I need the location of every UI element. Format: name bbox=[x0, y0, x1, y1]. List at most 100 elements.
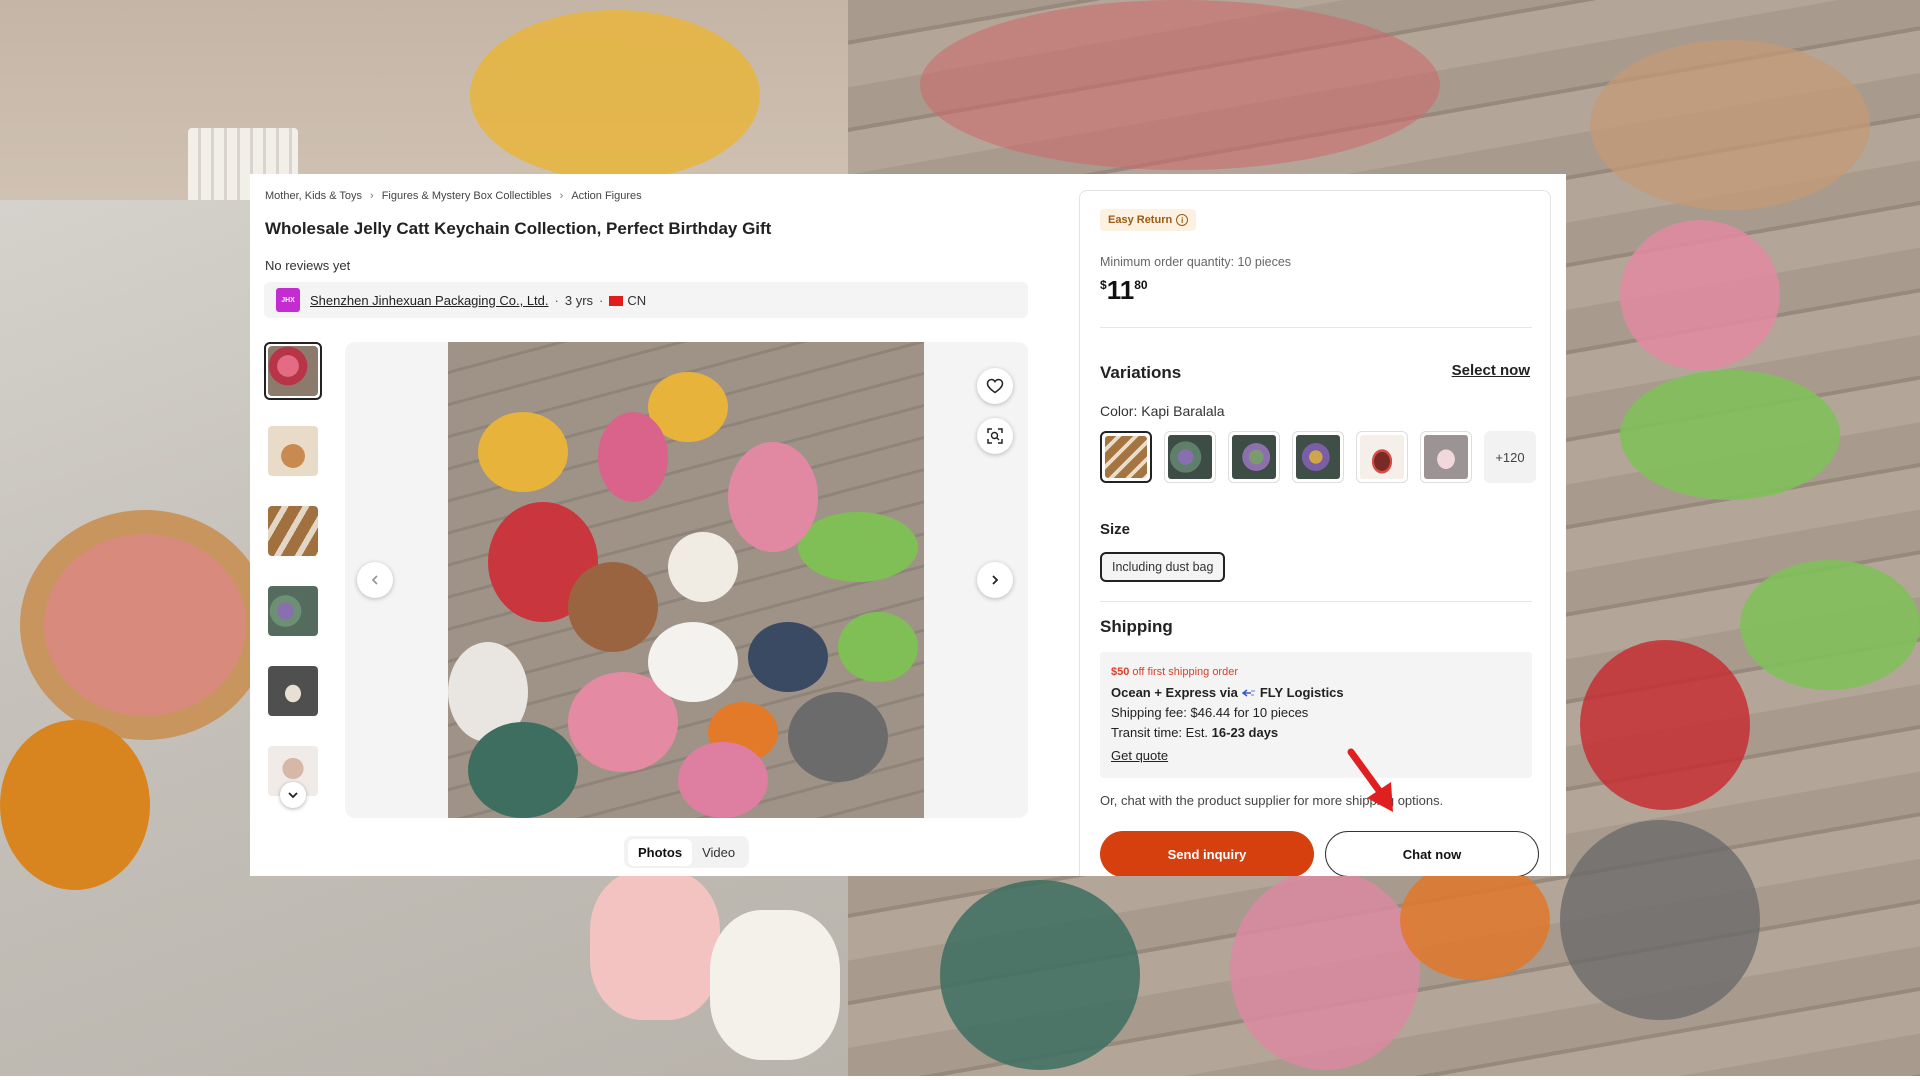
plush-sushi-toy bbox=[1400, 860, 1550, 980]
main-image-viewer bbox=[345, 342, 1028, 818]
supplier-country: CN bbox=[627, 292, 647, 308]
plush-pile-right bbox=[920, 0, 1440, 170]
shipping-method-carrier: FLY Logistics bbox=[1259, 685, 1344, 700]
separator-dot: · bbox=[599, 292, 604, 308]
main-product-image[interactable] bbox=[448, 342, 924, 818]
color-label: Color: Kapi Baralala bbox=[1100, 403, 1225, 419]
visual-search-icon bbox=[987, 428, 1003, 444]
size-title: Size bbox=[1100, 521, 1131, 538]
color-swatch-2[interactable] bbox=[1164, 431, 1216, 483]
plush-lime-toy bbox=[1620, 370, 1840, 500]
breadcrumb-item-subcategory[interactable]: Figures & Mystery Box Collectibles bbox=[382, 190, 552, 202]
plush-bear-toy bbox=[568, 562, 658, 652]
breadcrumb-item-category[interactable]: Mother, Kids & Toys bbox=[265, 190, 362, 202]
chat-now-button[interactable]: Chat now bbox=[1325, 831, 1539, 876]
plush-hedgehog-toy bbox=[1560, 820, 1760, 1020]
shipping-promo-text: off first shipping order bbox=[1132, 666, 1238, 678]
separator-dot: · bbox=[554, 292, 559, 308]
shipping-fee: Shipping fee: $46.44 for 10 pieces bbox=[1111, 705, 1309, 720]
plush-green-toy bbox=[940, 880, 1140, 1070]
chevron-left-icon bbox=[371, 575, 378, 585]
chevron-down-icon bbox=[288, 792, 298, 799]
plush-hedgehog-toy bbox=[788, 692, 888, 782]
image-search-button[interactable] bbox=[977, 418, 1013, 454]
breadcrumb-item-leaf[interactable]: Action Figures bbox=[571, 190, 641, 202]
breadcrumb: Mother, Kids & Toys › Figures & Mystery … bbox=[265, 190, 642, 202]
plush-marshmallow-toy bbox=[590, 870, 720, 1020]
plush-navy-toy bbox=[748, 622, 828, 692]
color-swatch-1[interactable] bbox=[1100, 431, 1152, 483]
product-title: Wholesale Jelly Catt Keychain Collection… bbox=[265, 219, 772, 238]
plush-mixed-toy bbox=[1590, 40, 1870, 210]
info-icon: i bbox=[1176, 214, 1189, 226]
favorite-button[interactable] bbox=[977, 368, 1013, 404]
plush-pink-bunny-toy bbox=[1230, 870, 1420, 1070]
media-tabs: Photos Video bbox=[624, 836, 750, 868]
heart-icon bbox=[986, 378, 1004, 394]
tab-photos[interactable]: Photos bbox=[628, 838, 693, 866]
plush-sheep-toy bbox=[648, 622, 738, 702]
color-swatches: +120 bbox=[1100, 431, 1536, 483]
shipping-promo-amount: $50 bbox=[1111, 666, 1130, 678]
plush-pink-toy bbox=[1620, 220, 1780, 370]
price-currency: $ bbox=[1100, 278, 1107, 292]
plush-cream-toy bbox=[668, 532, 738, 602]
price-whole: 11 bbox=[1106, 275, 1135, 305]
easy-return-badge[interactable]: Easy Return i bbox=[1100, 209, 1197, 231]
supplier-name-link[interactable]: Shenzhen Jinhexuan Packaging Co., Ltd. bbox=[310, 293, 549, 308]
plush-marshmallow-toy-2 bbox=[710, 910, 840, 1060]
chevron-right-icon: › bbox=[370, 190, 374, 202]
shipping-promo: $50 off first shipping order bbox=[1111, 666, 1238, 678]
color-swatch-3[interactable] bbox=[1228, 431, 1280, 483]
get-quote-link[interactable]: Get quote bbox=[1111, 748, 1168, 763]
easy-return-label: Easy Return bbox=[1108, 214, 1173, 226]
thumbnail-5[interactable] bbox=[264, 662, 322, 720]
transit-time-label: Transit time: Est. bbox=[1111, 725, 1209, 740]
color-label-text: Color: bbox=[1100, 403, 1138, 419]
plush-sun-toy bbox=[478, 412, 568, 492]
transit-time: Transit time: Est. 16-23 days bbox=[1111, 725, 1278, 740]
supplier-logo[interactable]: JHX bbox=[276, 288, 300, 312]
send-inquiry-button[interactable]: Send inquiry bbox=[1100, 831, 1314, 876]
chevron-right-icon bbox=[992, 575, 999, 585]
transit-time-value: 16-23 days bbox=[1211, 725, 1279, 740]
select-now-link[interactable]: Select now bbox=[1452, 362, 1530, 379]
size-option-dust-bag[interactable]: Including dust bag bbox=[1100, 552, 1226, 582]
plush-pink-toy bbox=[598, 412, 668, 502]
color-swatch-6[interactable] bbox=[1420, 431, 1472, 483]
plush-red-toy bbox=[1580, 640, 1750, 810]
thumbnail-1[interactable] bbox=[264, 342, 322, 400]
supplier-bar: JHX Shenzhen Jinhexuan Packaging Co., Lt… bbox=[264, 282, 1028, 318]
plush-lime-toy-2 bbox=[838, 612, 918, 682]
plush-donut-toy bbox=[20, 510, 270, 740]
plush-pink-toy-3 bbox=[678, 742, 768, 818]
thumbnail-2[interactable] bbox=[264, 422, 322, 480]
bottom-strip bbox=[0, 1076, 1920, 1080]
thumbnail-strip bbox=[264, 342, 326, 804]
plush-lime-toy-2 bbox=[1740, 560, 1920, 690]
color-swatch-4[interactable] bbox=[1292, 431, 1344, 483]
chevron-right-icon: › bbox=[559, 190, 564, 202]
shipping-info-box: $50 off first shipping order Ocean + Exp… bbox=[1100, 652, 1532, 778]
purchase-panel: Easy Return i Minimum order quantity: 10… bbox=[1079, 190, 1551, 876]
supplier-years: 3 yrs bbox=[564, 292, 594, 308]
price-cents: 80 bbox=[1134, 278, 1148, 292]
tab-video[interactable]: Video bbox=[692, 839, 745, 866]
shipping-method: Ocean + Express via FLY Logistics bbox=[1111, 685, 1344, 700]
color-value: Kapi Baralala bbox=[1141, 403, 1225, 419]
thumbnail-4[interactable] bbox=[264, 582, 322, 640]
thumbnails-scroll-down-button[interactable] bbox=[280, 782, 306, 808]
thumbnail-3[interactable] bbox=[264, 502, 322, 560]
divider bbox=[1100, 327, 1532, 328]
color-swatch-5[interactable] bbox=[1356, 431, 1408, 483]
previous-image-button[interactable] bbox=[357, 562, 393, 598]
shipping-title: Shipping bbox=[1100, 617, 1173, 636]
next-image-button[interactable] bbox=[977, 562, 1013, 598]
plush-orange-toy bbox=[0, 720, 150, 890]
plush-green-toy bbox=[468, 722, 578, 818]
plush-pink-bunny-toy bbox=[728, 442, 818, 552]
variations-title: Variations bbox=[1100, 363, 1182, 382]
reviews-status: No reviews yet bbox=[265, 258, 351, 273]
china-flag-icon bbox=[609, 296, 624, 306]
more-colors-button[interactable]: +120 bbox=[1484, 431, 1536, 483]
